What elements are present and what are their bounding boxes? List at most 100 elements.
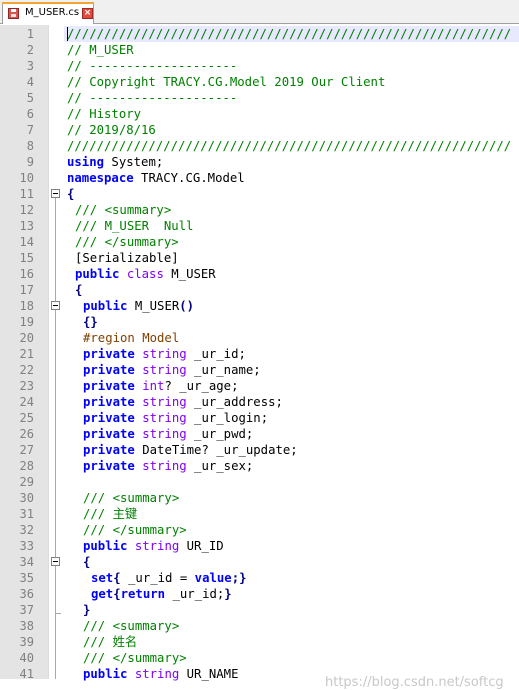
code-line[interactable]: 13 /// M_USER Null [0, 218, 519, 234]
code-line[interactable]: 2 // M_USER [0, 42, 519, 58]
code-line[interactable]: 17 { [0, 282, 519, 298]
code-token: _ur_address; [186, 395, 283, 409]
code-line[interactable]: 22 private string _ur_name; [0, 362, 519, 378]
line-number: 7 [26, 123, 34, 137]
code-line[interactable]: 8 ///////////////////////////////////////… [0, 138, 519, 154]
code-line[interactable]: 10 namespace TRACY.CG.Model [0, 170, 519, 186]
code-token: // -------------------- [67, 91, 238, 105]
code-token: { [75, 283, 83, 297]
code-token: using [67, 155, 105, 169]
line-number: 36 [19, 587, 34, 601]
line-number: 39 [19, 635, 34, 649]
code-text: } [83, 602, 90, 618]
code-line[interactable]: 21 private string _ur_id; [0, 346, 519, 362]
code-token: {} [83, 315, 98, 329]
code-token: /// M_USER Null [75, 219, 194, 233]
line-number: 30 [19, 491, 34, 505]
code-line[interactable]: 33 public string UR_ID [0, 538, 519, 554]
code-line[interactable]: 3 // -------------------- [0, 58, 519, 74]
code-token: ////////////////////////////////////////… [67, 27, 512, 41]
code-token: #region Model [83, 331, 180, 345]
code-text: #region Model [83, 330, 179, 346]
code-line[interactable]: 29 [0, 474, 519, 490]
code-token: /// <summary> [75, 203, 172, 217]
code-line[interactable]: 19 {} [0, 314, 519, 330]
line-number: 40 [19, 651, 34, 665]
code-text: /// M_USER Null [75, 218, 193, 234]
code-line[interactable]: 27 private DateTime? _ur_update; [0, 442, 519, 458]
file-saved-icon [8, 8, 19, 19]
line-number: 9 [26, 155, 34, 169]
code-token: /// </summary> [83, 523, 187, 537]
code-line[interactable]: 7 // 2019/8/16 [0, 122, 519, 138]
code-token: namespace [67, 171, 134, 185]
code-token: { [83, 555, 91, 569]
line-number: 21 [19, 347, 34, 361]
code-line[interactable]: 32 /// </summary> [0, 522, 519, 538]
line-number: 29 [19, 475, 34, 489]
code-line[interactable]: 18 public M_USER() [0, 298, 519, 314]
code-line[interactable]: 26 private string _ur_pwd; [0, 426, 519, 442]
code-line[interactable]: 16 public class M_USER [0, 266, 519, 282]
code-line[interactable]: 20 #region Model [0, 330, 519, 346]
code-token: // 2019/8/16 [67, 123, 156, 137]
tab-m-user-cs[interactable]: M_USER.cs × [2, 2, 94, 24]
code-line[interactable]: 35 set{ _ur_id = value;} [0, 570, 519, 586]
code-text: public M_USER() [83, 298, 194, 314]
code-text: private string _ur_address; [83, 394, 283, 410]
code-text: set{ _ur_id = value;} [91, 570, 247, 586]
code-token: _ur_name; [186, 363, 261, 377]
code-line[interactable]: 30 /// <summary> [0, 490, 519, 506]
code-line[interactable]: 11 { [0, 186, 519, 202]
code-line[interactable]: 34 { [0, 554, 519, 570]
code-text: // M_USER [67, 42, 134, 58]
code-line[interactable]: 25 private string _ur_login; [0, 410, 519, 426]
code-line[interactable]: 9 using System; [0, 154, 519, 170]
code-line[interactable]: 4 // Copyright TRACY.CG.Model 2019 Our Cl… [0, 74, 519, 90]
code-token: private [83, 379, 135, 393]
code-line[interactable]: 40 /// </summary> [0, 650, 519, 666]
code-line[interactable]: 38 /// <summary> [0, 618, 519, 634]
code-text: // History [67, 106, 141, 122]
code-token: /// 主键 [83, 507, 138, 521]
code-token: int [142, 379, 165, 393]
code-line[interactable]: 24 private string _ur_address; [0, 394, 519, 410]
code-text: // Copyright TRACY.CG.Model 2019 Our Cli… [67, 74, 385, 90]
code-text: /// </summary> [83, 522, 187, 538]
code-text: /// <summary> [75, 202, 171, 218]
code-text: { [75, 282, 82, 298]
code-line[interactable]: 15 [Serializable] [0, 250, 519, 266]
code-line[interactable]: 28 private string _ur_sex; [0, 458, 519, 474]
code-line[interactable]: 5 // -------------------- [0, 90, 519, 106]
code-text: /// 主键 [83, 506, 137, 522]
code-line[interactable]: 31 /// 主键 [0, 506, 519, 522]
code-token: /// <summary> [83, 491, 180, 505]
line-number: 25 [19, 411, 34, 425]
code-text: // 2019/8/16 [67, 122, 156, 138]
code-line[interactable]: 14 /// </summary> [0, 234, 519, 250]
code-token: public [83, 299, 128, 313]
close-icon[interactable]: × [82, 8, 93, 19]
code-text: ////////////////////////////////////////… [67, 26, 511, 42]
code-line[interactable]: 1 ///////////////////////////////////////… [0, 26, 519, 42]
code-token: /// <summary> [83, 619, 180, 633]
code-line[interactable]: 36 get{return _ur_id;} [0, 586, 519, 602]
code-line[interactable]: 37} [0, 602, 519, 618]
code-token: System; [104, 155, 164, 169]
code-editor[interactable]: 1 ///////////////////////////////////////… [0, 25, 519, 690]
code-line[interactable]: 39 /// 姓名 [0, 634, 519, 650]
code-line[interactable]: 12 /// <summary> [0, 202, 519, 218]
code-text: private string _ur_id; [83, 346, 246, 362]
code-token: _ur_pwd; [186, 427, 254, 441]
line-number: 17 [19, 283, 34, 297]
code-text: private string _ur_login; [83, 410, 268, 426]
code-token: M_USER [127, 299, 180, 313]
line-number: 6 [26, 107, 34, 121]
code-text: /// </summary> [75, 234, 179, 250]
code-line[interactable]: 6 // History [0, 106, 519, 122]
code-line[interactable]: 23 private int? _ur_age; [0, 378, 519, 394]
code-token: ;} [231, 571, 247, 585]
code-token: // M_USER [67, 43, 134, 57]
code-token: string [142, 363, 187, 377]
